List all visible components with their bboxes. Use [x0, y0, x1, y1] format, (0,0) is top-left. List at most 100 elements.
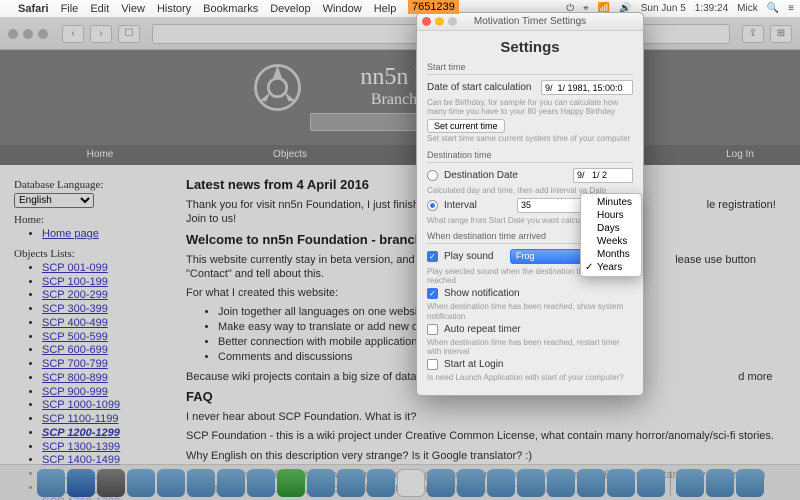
dock-app[interactable]	[457, 469, 485, 497]
start-hint: Can be Birthday, for sample for you can …	[427, 98, 633, 116]
dock-app[interactable]	[187, 469, 215, 497]
nav-home[interactable]: Home	[0, 145, 200, 165]
interval-radio[interactable]	[427, 200, 438, 211]
share-button[interactable]: ⇪	[742, 25, 764, 43]
app-name[interactable]: Safari	[18, 3, 49, 15]
menu-view[interactable]: View	[121, 3, 145, 15]
dock-app[interactable]	[607, 469, 635, 497]
auto-repeat-hint: When destination time has been reached, …	[427, 338, 633, 356]
home-link[interactable]: Home page	[42, 228, 99, 240]
dock[interactable]	[0, 464, 800, 500]
set-current-hint: Set start time same current system time …	[427, 134, 633, 143]
dock-app[interactable]	[97, 469, 125, 497]
dropdown-item-minutes[interactable]: Minutes	[581, 196, 641, 209]
sidebar-range-link[interactable]: SCP 800-899	[42, 372, 108, 384]
safari-toolbar: ‹ › ☐ ⇪ ⊞	[0, 18, 800, 50]
auto-repeat-checkbox[interactable]	[427, 324, 438, 335]
dock-safari[interactable]	[67, 469, 95, 497]
dock-app[interactable]	[517, 469, 545, 497]
dest-date-input[interactable]	[573, 168, 633, 183]
sidebar-range-link[interactable]: SCP 001-099	[42, 262, 108, 274]
modal-titlebar[interactable]: Motivation Timer Settings	[417, 13, 643, 31]
sidebar: Database Language: English Home: Home pa…	[14, 173, 174, 500]
sidebar-range-link[interactable]: SCP 1300-1399	[42, 441, 120, 453]
menubar-date: Sun Jun 5	[641, 3, 686, 14]
dropdown-item-months[interactable]: Months	[581, 248, 641, 261]
auto-repeat-label: Auto repeat timer	[444, 324, 633, 335]
dropdown-item-weeks[interactable]: Weeks	[581, 235, 641, 248]
nav-objects[interactable]: Objects	[200, 145, 380, 165]
sidebar-range-link[interactable]: SCP 1100-1199	[42, 413, 118, 425]
dock-app[interactable]	[307, 469, 335, 497]
sidebar-range-link[interactable]: SCP 1200-1299	[42, 427, 120, 439]
sidebar-range-link[interactable]: SCP 400-499	[42, 317, 108, 329]
dock-app[interactable]	[676, 469, 704, 497]
dest-time-section: Destination time	[427, 150, 633, 163]
play-sound-checkbox[interactable]: ✓	[427, 251, 438, 262]
dock-app[interactable]	[337, 469, 365, 497]
sidebar-range-link[interactable]: SCP 300-399	[42, 303, 108, 315]
menubar: Safari File Edit View History Bookmarks …	[0, 0, 800, 18]
show-notif-hint: When destination time has been reached, …	[427, 302, 633, 320]
dock-app[interactable]	[217, 469, 245, 497]
start-time-section: Start time	[427, 62, 633, 75]
nav-login[interactable]: Log In	[680, 145, 800, 165]
interval-unit-dropdown[interactable]: Minutes Hours Days Weeks Months Years	[580, 193, 642, 277]
dock-app[interactable]	[577, 469, 605, 497]
sidebar-range-link[interactable]: SCP 1000-1099	[42, 399, 120, 411]
home-label: Home:	[14, 214, 174, 226]
sidebar-range-link[interactable]: SCP 600-699	[42, 344, 108, 356]
start-date-input[interactable]	[541, 80, 633, 95]
dock-app[interactable]	[427, 469, 455, 497]
objects-label: Objects Lists:	[14, 248, 174, 260]
dock-app[interactable]	[547, 469, 575, 497]
start-login-checkbox[interactable]	[427, 359, 438, 370]
forward-button[interactable]: ›	[90, 25, 112, 43]
window-controls[interactable]	[8, 29, 48, 39]
dock-app[interactable]	[157, 469, 185, 497]
dock-app[interactable]	[127, 469, 155, 497]
notification-icon[interactable]: ≡	[788, 3, 794, 14]
dropdown-item-days[interactable]: Days	[581, 222, 641, 235]
play-sound-label: Play sound	[444, 251, 504, 262]
spotlight-icon[interactable]: 🔍	[767, 3, 779, 14]
sidebar-range-link[interactable]: SCP 200-299	[42, 289, 108, 301]
set-current-time-button[interactable]: Set current time	[427, 119, 505, 133]
sidebar-range-link[interactable]: SCP 700-799	[42, 358, 108, 370]
modal-window-title: Motivation Timer Settings	[417, 16, 643, 27]
tabs-button[interactable]: ⊞	[770, 25, 792, 43]
sidebar-range-link[interactable]: SCP 100-199	[42, 276, 108, 288]
show-notif-checkbox[interactable]: ✓	[427, 288, 438, 299]
menu-window[interactable]: Window	[323, 3, 362, 15]
dock-trash[interactable]	[736, 469, 764, 497]
menu-edit[interactable]: Edit	[90, 3, 109, 15]
db-lang-select[interactable]: English	[14, 193, 94, 208]
dock-finder[interactable]	[37, 469, 65, 497]
menu-bookmarks[interactable]: Bookmarks	[203, 3, 258, 15]
dest-date-radio[interactable]	[427, 170, 438, 181]
dock-app[interactable]	[367, 469, 395, 497]
sidebar-range-link[interactable]: SCP 500-599	[42, 331, 108, 343]
dropdown-item-years[interactable]: Years	[581, 261, 641, 274]
sidebar-range-link[interactable]: SCP 900-999	[42, 386, 108, 398]
dock-app[interactable]	[247, 469, 275, 497]
page-hero: nn5n Fo Branch o	[0, 50, 800, 145]
sidebar-button[interactable]: ☐	[118, 25, 140, 43]
dock-app[interactable]	[397, 469, 425, 497]
show-notif-label: Show notification	[444, 288, 633, 299]
start-login-hint: Is need Launch Application with start of…	[427, 373, 633, 382]
settings-title: Settings	[427, 39, 633, 56]
back-button[interactable]: ‹	[62, 25, 84, 43]
page-navbar: Home Objects Contact Log In	[0, 145, 800, 165]
dock-app[interactable]	[637, 469, 665, 497]
menu-history[interactable]: History	[157, 3, 191, 15]
menubar-user[interactable]: Mick	[737, 3, 758, 14]
dock-app[interactable]	[706, 469, 734, 497]
menu-help[interactable]: Help	[374, 3, 397, 15]
dock-app[interactable]	[487, 469, 515, 497]
dock-app[interactable]	[277, 469, 305, 497]
menu-develop[interactable]: Develop	[270, 3, 310, 15]
dropdown-item-hours[interactable]: Hours	[581, 209, 641, 222]
db-lang-label: Database Language:	[14, 179, 174, 191]
menu-file[interactable]: File	[61, 3, 79, 15]
